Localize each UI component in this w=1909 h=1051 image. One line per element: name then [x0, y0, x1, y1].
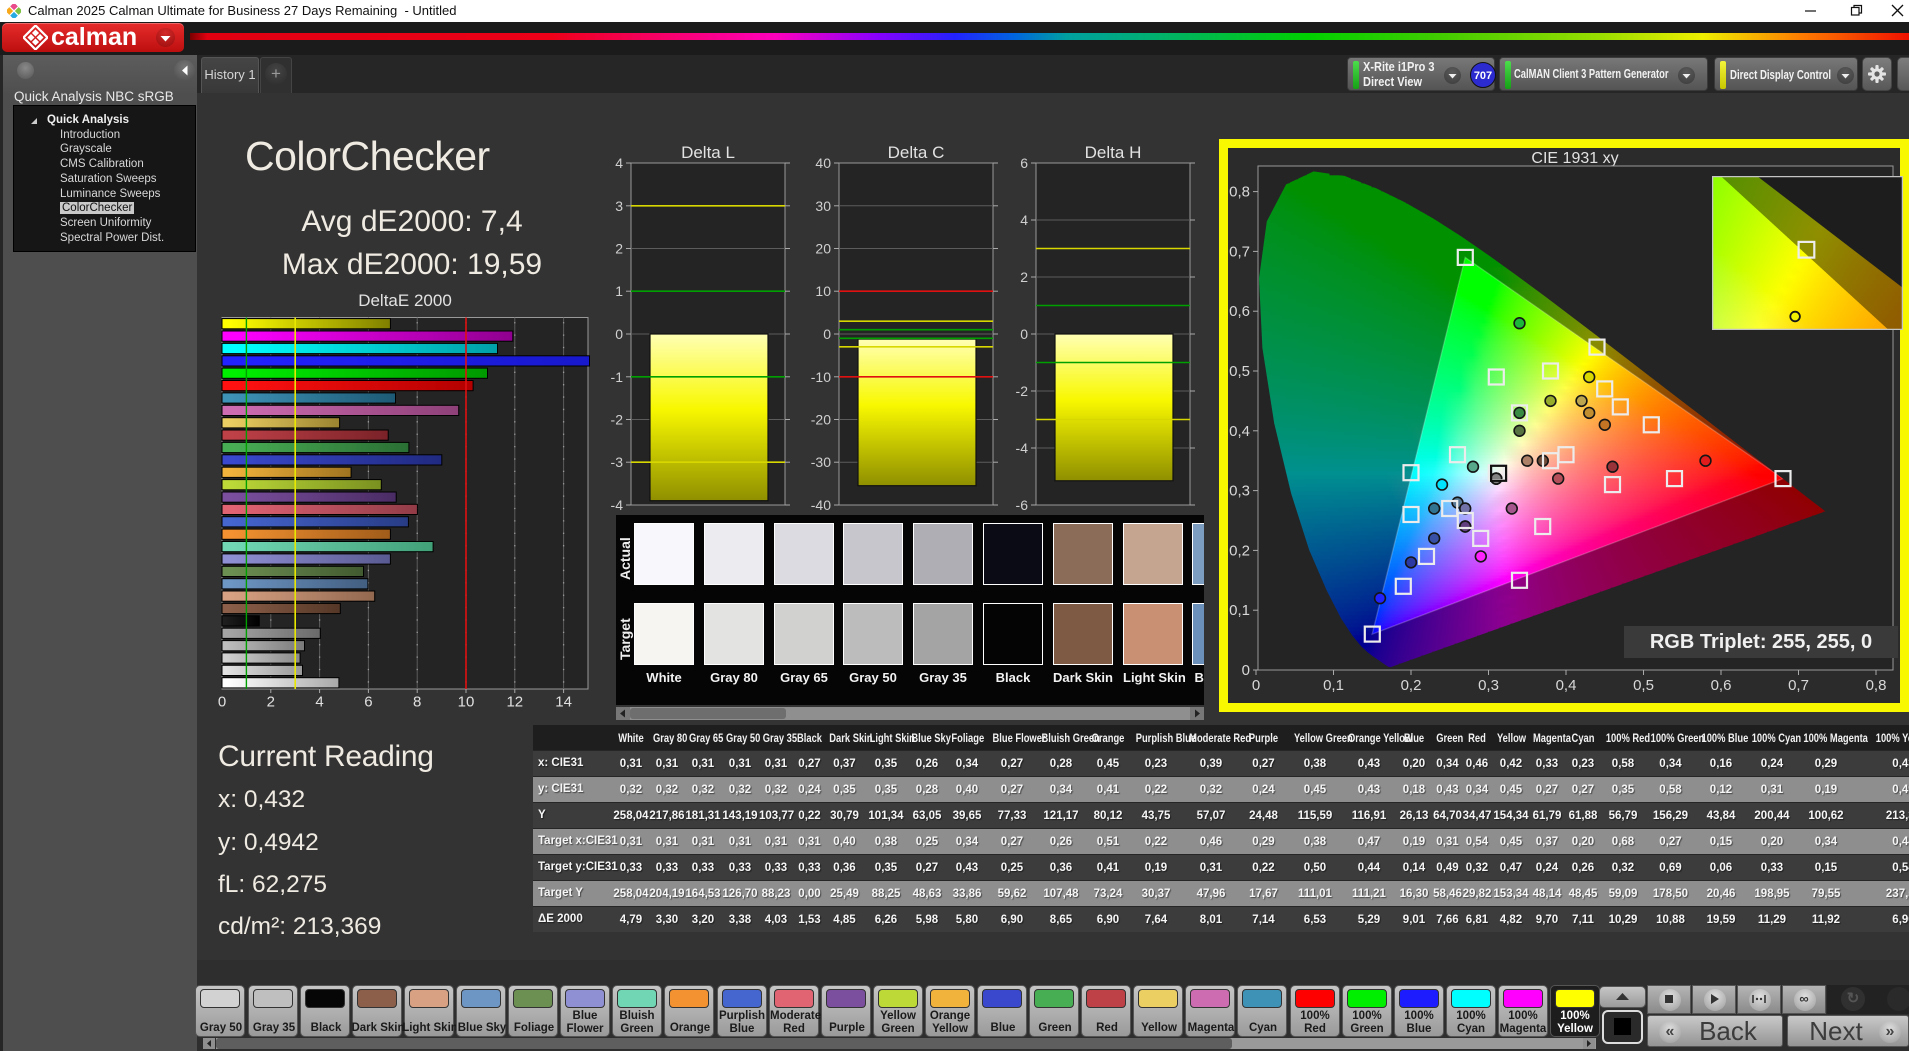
svg-text:8: 8	[413, 694, 421, 711]
svg-text:4: 4	[315, 694, 323, 711]
svg-text:-30: -30	[811, 454, 831, 470]
svg-text:Delta L: Delta L	[681, 143, 735, 162]
svg-text:10: 10	[458, 694, 475, 711]
svg-text:14: 14	[555, 694, 572, 711]
svg-text:40: 40	[815, 155, 831, 171]
svg-text:30: 30	[815, 198, 831, 214]
svg-text:Delta H: Delta H	[1085, 143, 1142, 162]
svg-text:0: 0	[823, 326, 831, 342]
svg-text:-10: -10	[811, 369, 831, 385]
svg-text:0: 0	[1020, 326, 1028, 342]
svg-text:3: 3	[615, 198, 623, 214]
svg-text:-6: -6	[1016, 497, 1029, 513]
svg-text:-1: -1	[611, 369, 624, 385]
svg-text:6: 6	[364, 694, 372, 711]
svg-text:-3: -3	[611, 454, 624, 470]
svg-text:2: 2	[267, 694, 275, 711]
svg-text:Delta C: Delta C	[888, 143, 945, 162]
svg-text:-4: -4	[1016, 440, 1029, 456]
svg-text:-40: -40	[811, 497, 831, 513]
svg-text:-4: -4	[611, 497, 624, 513]
svg-text:2: 2	[615, 241, 623, 257]
svg-text:4: 4	[1020, 212, 1028, 228]
svg-text:2: 2	[1020, 269, 1028, 285]
svg-text:1: 1	[615, 283, 623, 299]
svg-text:∞: ∞	[1799, 991, 1808, 1006]
svg-text:6: 6	[1020, 155, 1028, 171]
svg-text:0: 0	[615, 326, 623, 342]
svg-text:12: 12	[506, 694, 523, 711]
svg-text:4: 4	[615, 155, 623, 171]
svg-text:-2: -2	[1016, 383, 1029, 399]
svg-text:DeltaE 2000: DeltaE 2000	[358, 291, 452, 310]
svg-text:0: 0	[218, 694, 226, 711]
svg-text:-2: -2	[611, 412, 624, 428]
svg-text:20: 20	[815, 241, 831, 257]
svg-text:-20: -20	[811, 412, 831, 428]
svg-text:10: 10	[815, 283, 831, 299]
